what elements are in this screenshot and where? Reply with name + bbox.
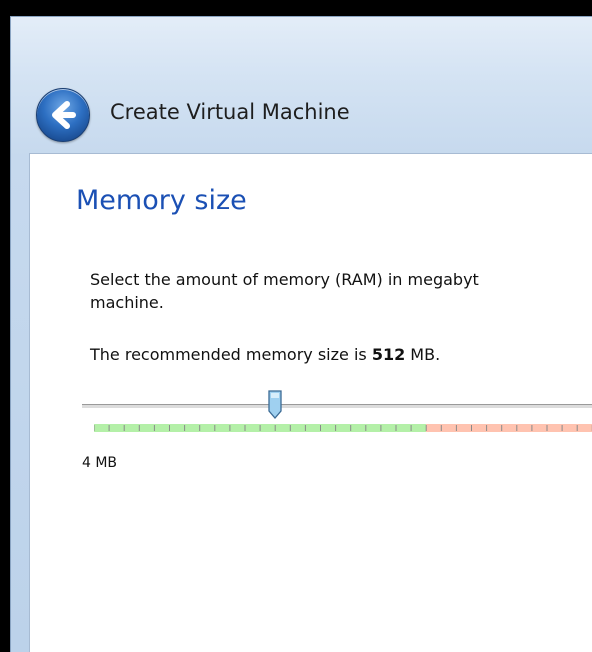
back-arrow-icon <box>52 101 76 129</box>
memory-description: Select the amount of memory (RAM) in meg… <box>90 270 479 312</box>
recommend-value: 512 <box>371 345 406 364</box>
back-button[interactable] <box>36 88 90 142</box>
slider-thumb[interactable] <box>267 390 283 424</box>
recommend-prefix: The recommended memory size is <box>90 345 372 364</box>
slider-ticks <box>94 425 592 431</box>
memory-slider[interactable] <box>82 383 592 443</box>
recommend-suffix: MB. <box>405 345 441 364</box>
slider-thumb-icon <box>268 390 282 419</box>
page-heading: Memory size <box>76 185 247 216</box>
slider-min-label: 4 MB <box>82 455 118 471</box>
slider-track[interactable] <box>82 404 592 409</box>
recommended-memory: The recommended memory size is 512 MB. <box>90 345 440 364</box>
slider-zones <box>94 424 592 432</box>
window-title: Create Virtual Machine <box>110 100 350 124</box>
